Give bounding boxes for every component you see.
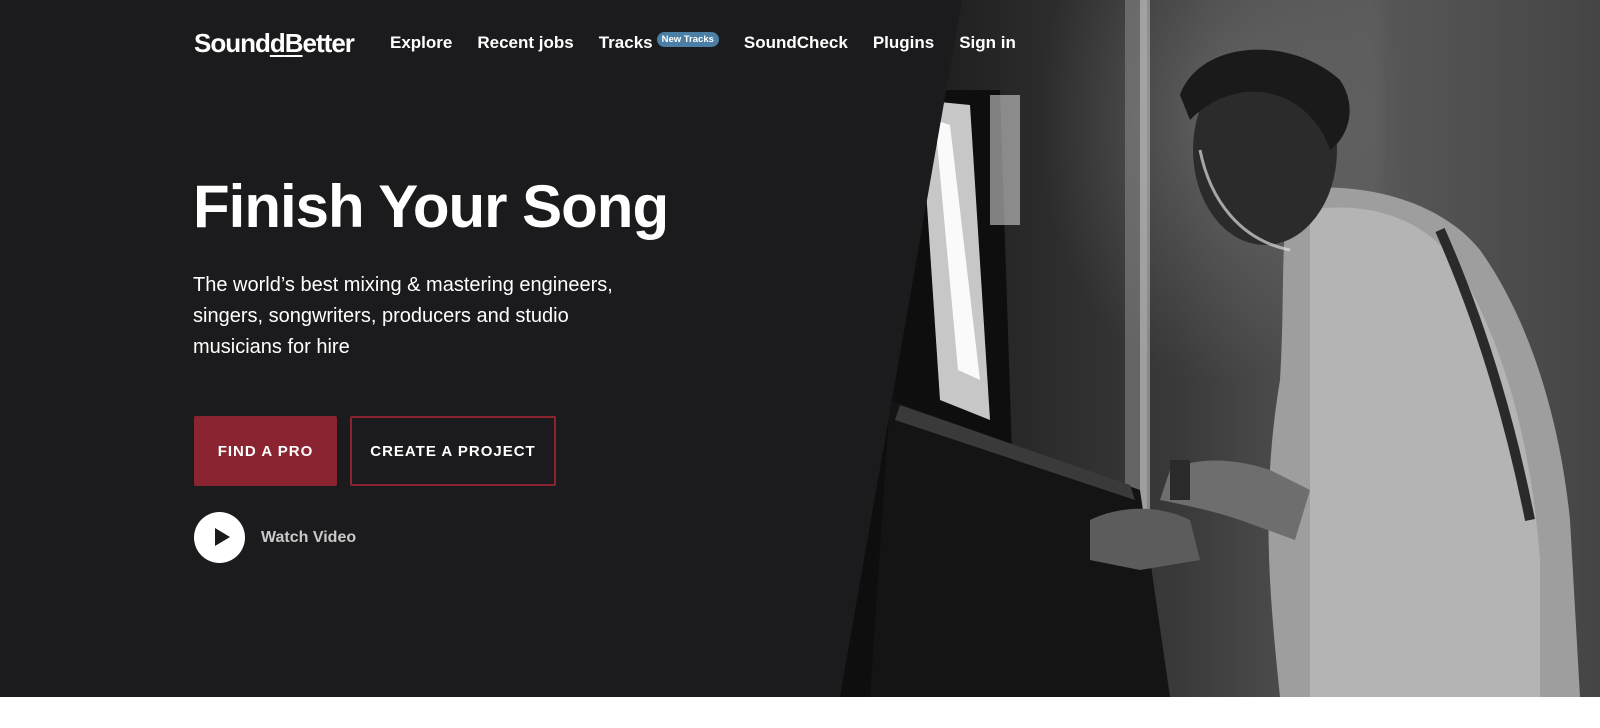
nav-tracks-label: Tracks	[598, 33, 653, 52]
main-nav: Explore Recent jobs Tracks New Tracks So…	[390, 32, 1041, 53]
play-icon[interactable]	[194, 512, 245, 563]
nav-soundcheck[interactable]: SoundCheck	[744, 33, 848, 53]
nav-tracks[interactable]: Tracks New Tracks	[598, 32, 719, 53]
create-a-project-button[interactable]: CREATE A PROJECT	[350, 416, 556, 486]
musician-illustration	[840, 0, 1600, 697]
hero-title: Finish Your Song	[193, 173, 669, 240]
find-a-pro-button[interactable]: FIND A PRO	[194, 416, 337, 486]
hero-subtitle: The world’s best mixing & mastering engi…	[193, 274, 613, 358]
logo-text-end: etter	[302, 28, 355, 58]
logo-text-underlined: dB	[269, 28, 304, 58]
watch-video-link[interactable]: Watch Video	[194, 512, 356, 563]
soundbetter-logo[interactable]: SounddBetter	[194, 28, 355, 59]
nav-plugins[interactable]: Plugins	[873, 33, 934, 53]
nav-explore[interactable]: Explore	[390, 33, 452, 53]
new-tracks-badge: New Tracks	[656, 32, 719, 47]
hero-photo	[840, 0, 1600, 697]
hero-section: SounddBetter Explore Recent jobs Tracks …	[0, 0, 1600, 697]
nav-sign-in[interactable]: Sign in	[959, 33, 1016, 53]
logo-text-start: Sound	[194, 28, 271, 58]
nav-recent-jobs[interactable]: Recent jobs	[477, 33, 573, 53]
watch-video-label: Watch Video	[261, 528, 357, 546]
